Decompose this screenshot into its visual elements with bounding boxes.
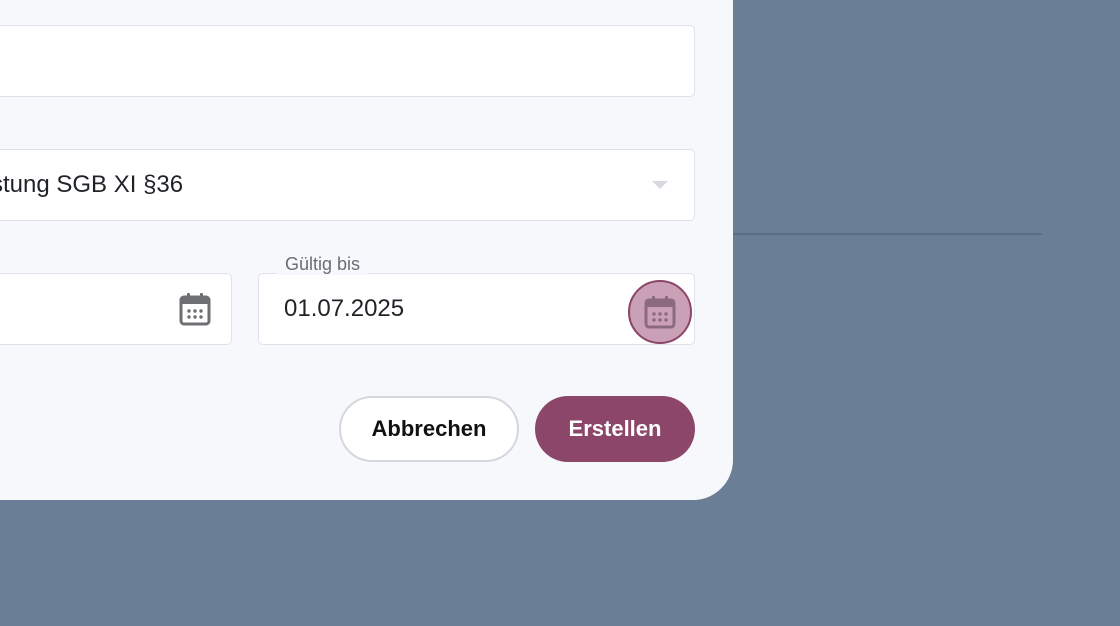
valid-to-field[interactable]: Gültig bis 01.07.2025: [258, 253, 695, 345]
valid-from-field[interactable]: [0, 273, 232, 345]
cancel-button[interactable]: Abbrechen: [339, 396, 519, 462]
service-select[interactable]: stung SGB XI §36: [0, 149, 695, 221]
valid-to-value: 01.07.2025: [284, 295, 405, 322]
calendar-icon[interactable]: [628, 280, 692, 344]
background-divider: [733, 233, 1042, 235]
valid-to-label: Gültig bis: [277, 253, 369, 276]
create-button[interactable]: Erstellen: [535, 396, 695, 462]
calendar-icon[interactable]: [177, 291, 213, 327]
service-select-value-wrap: stung SGB XI §36: [0, 150, 611, 220]
text-field[interactable]: [0, 25, 695, 97]
service-select-value: stung SGB XI §36: [0, 171, 184, 198]
chevron-down-icon[interactable]: [652, 181, 668, 189]
